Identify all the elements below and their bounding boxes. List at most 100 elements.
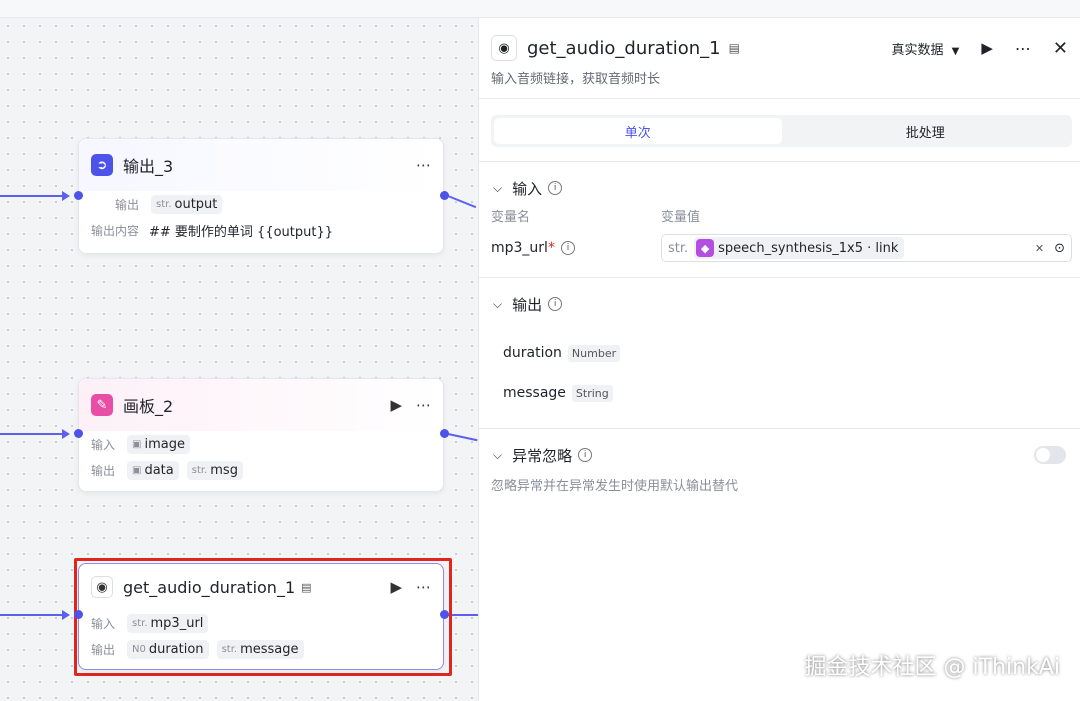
panel-header: ◉ get_audio_duration_1 ▤ 真实数据 ▼ ▶ ⋯ ✕: [479, 24, 1080, 72]
edge-into-audio: [0, 614, 66, 616]
type-label: str.: [156, 198, 172, 210]
edge-out-audio: [448, 614, 478, 616]
required-mark: *: [547, 240, 555, 256]
tab-single[interactable]: 单次: [494, 118, 782, 144]
output-type: String: [571, 384, 613, 402]
input-col-headers: 变量名 变量值: [479, 206, 1080, 225]
port-left[interactable]: [74, 429, 83, 438]
node-get-audio-duration[interactable]: ◉ get_audio_duration_1 ▤ ▶ ⋯ 输入 str. mp3_…: [78, 563, 444, 670]
type-label: N0: [132, 643, 146, 655]
output-type: Number: [567, 344, 621, 362]
input-var-tag: ▣ image: [127, 434, 190, 454]
input-var-tag: str. mp3_url: [127, 613, 209, 633]
more-icon[interactable]: ⋯: [1015, 39, 1031, 58]
output-icon: ➲: [91, 154, 113, 176]
var-name: mp3_url: [150, 615, 204, 631]
arrow-into-canvas2: [62, 429, 70, 439]
target-icon[interactable]: ⊙: [1054, 241, 1065, 256]
store-icon: ▤: [301, 580, 312, 594]
store-icon: ▤: [728, 41, 740, 55]
col-header: 变量值: [661, 210, 701, 225]
more-icon[interactable]: ⋯: [416, 156, 431, 174]
chevron-down-icon: ⌵: [493, 296, 503, 311]
var-name: message: [240, 641, 299, 657]
var-name: image: [144, 436, 185, 452]
var-name: data: [144, 462, 174, 478]
row-label: 输入: [91, 616, 116, 631]
section-title: 异常忽略: [512, 446, 573, 465]
info-icon[interactable]: i: [578, 448, 593, 462]
clear-icon[interactable]: ✕: [1035, 242, 1044, 255]
input-var-row: mp3_url * i str. ◆ speech_synthesis_1x5 …: [479, 233, 1080, 263]
plugin-icon: ◉: [91, 576, 113, 598]
chevron-down-icon: ⌵: [493, 180, 503, 195]
watermark: 掘金技术社区 @ iThinkAi: [804, 655, 1060, 680]
play-icon[interactable]: ▶: [981, 39, 993, 57]
var-value-field[interactable]: str. ◆ speech_synthesis_1x5 · link ✕ ⊙: [661, 234, 1072, 262]
ref-chip: ◆ speech_synthesis_1x5 · link: [694, 237, 905, 259]
output-var-row: duration Number: [479, 336, 1080, 370]
tab-batch[interactable]: 批处理: [782, 118, 1070, 144]
node-output-3-header[interactable]: ➲ 输出_3 ⋯: [79, 139, 443, 191]
arrow-into-audio: [62, 610, 70, 620]
node-row-output: 输出 str. output: [79, 191, 443, 217]
edge-into-canvas2: [0, 433, 66, 435]
chevron-down-icon: ⌵: [493, 447, 503, 462]
close-icon[interactable]: ✕: [1053, 38, 1068, 59]
node-output-3[interactable]: ➲ 输出_3 ⋯ 输出 str. output 输出内容 ## 要制作的单词 {{…: [78, 138, 444, 254]
type-label: str.: [132, 617, 148, 629]
type-label: str.: [668, 240, 689, 256]
tts-node-icon: ◆: [696, 239, 715, 257]
node-canvas-2-header[interactable]: ✎ 画板_2 ▶ ⋯: [79, 379, 443, 431]
node-title: 画板_2: [123, 397, 174, 416]
edge-out-canvas2: [447, 433, 478, 442]
data-mode-select[interactable]: 真实数据 ▼: [892, 39, 960, 58]
run-mode-tabs: 单次 批处理: [491, 115, 1072, 147]
workflow-canvas[interactable]: ➲ 输出_3 ⋯ 输出 str. output 输出内容 ## 要制作的单词 {{…: [0, 18, 478, 701]
arrow-into-output3: [62, 191, 70, 201]
col-header: 变量名: [491, 210, 531, 225]
more-icon[interactable]: ⋯: [416, 396, 431, 414]
type-label: str.: [191, 464, 208, 476]
output-section-header[interactable]: ⌵ 输出 i: [479, 278, 1080, 330]
var-name: mp3_url: [491, 240, 548, 256]
node-audio-header[interactable]: ◉ get_audio_duration_1 ▤ ▶ ⋯: [79, 564, 443, 610]
canvas-icon: ✎: [91, 394, 113, 416]
node-row-output: 输出 ▣ data str. msg: [79, 457, 443, 483]
more-icon[interactable]: ⋯: [416, 578, 431, 596]
node-title: 输出_3: [123, 157, 174, 176]
section-title: 输出: [512, 295, 543, 314]
node-detail-panel: ◉ get_audio_duration_1 ▤ 真实数据 ▼ ▶ ⋯ ✕ 输入…: [478, 18, 1080, 701]
info-icon[interactable]: i: [548, 297, 563, 311]
panel-title: get_audio_duration_1: [527, 37, 721, 59]
port-left[interactable]: [74, 191, 83, 200]
port-right[interactable]: [440, 191, 449, 200]
port-left[interactable]: [74, 610, 83, 619]
node-row-input: 输入 ▣ image: [79, 431, 443, 457]
row-label: 输出: [91, 463, 116, 478]
output-var-row: message String: [479, 376, 1080, 410]
output-var-tag: str. msg: [186, 460, 243, 480]
info-icon[interactable]: i: [548, 181, 563, 195]
play-icon[interactable]: ▶: [390, 578, 402, 596]
port-right[interactable]: [440, 610, 449, 619]
node-canvas-2[interactable]: ✎ 画板_2 ▶ ⋯ 输入 ▣ image 输出 ▣ data str. msg: [78, 378, 444, 492]
row-label: 输出: [115, 197, 140, 212]
output-var-tag: str. message: [216, 639, 304, 659]
node-row-input: 输入 str. mp3_url: [79, 610, 443, 636]
edge-into-output3: [0, 195, 66, 197]
info-icon[interactable]: i: [560, 241, 575, 255]
row-label: 输入: [91, 437, 116, 452]
node-row-output: 输出 N0 duration str. message: [79, 636, 443, 662]
exception-section-header[interactable]: ⌵ 异常忽略 i: [479, 429, 1080, 481]
output-var-tag: ▣ data: [127, 460, 179, 480]
output-content: ## 要制作的单词 {{output}}: [149, 224, 334, 240]
output-name: duration: [503, 345, 562, 361]
exception-desc: 忽略异常并在异常发生时使用默认输出替代: [491, 479, 739, 494]
image-icon: ▣: [132, 464, 142, 476]
var-name: output: [174, 196, 218, 212]
exception-toggle[interactable]: [1034, 446, 1066, 464]
play-icon[interactable]: ▶: [390, 396, 402, 414]
port-right[interactable]: [440, 429, 449, 438]
type-label: str.: [221, 643, 238, 655]
